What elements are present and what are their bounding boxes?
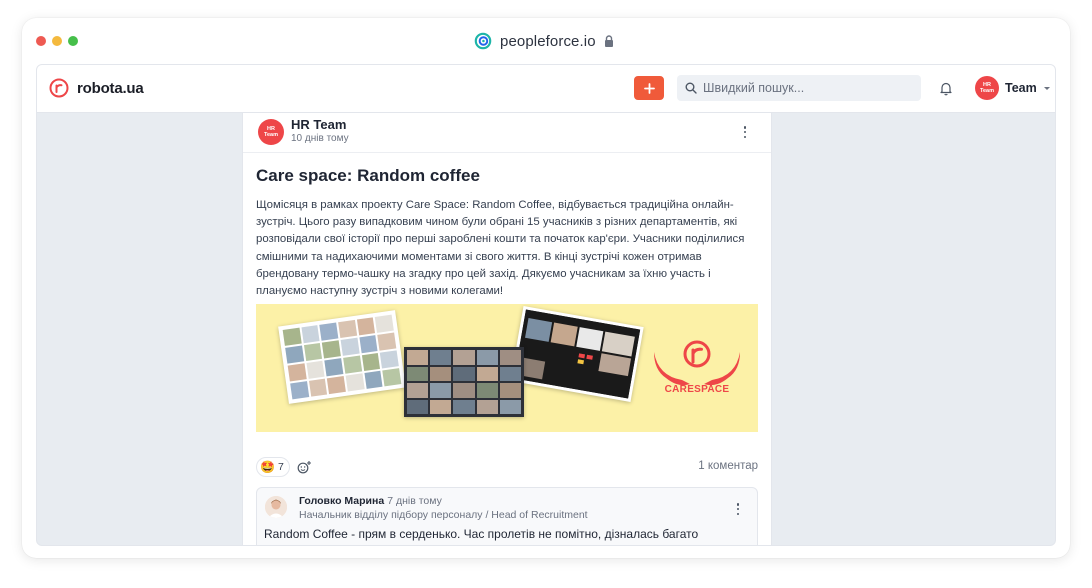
photo-tile xyxy=(364,370,383,389)
photo-tile xyxy=(499,366,521,381)
chevron-down-icon xyxy=(1043,86,1050,90)
photo-tile xyxy=(345,373,365,392)
photo-tile xyxy=(430,383,452,398)
post-body: Щомісяця в рамках проекту Care Space: Ra… xyxy=(256,199,745,298)
photo-tile xyxy=(287,363,307,382)
photo-tile xyxy=(453,399,475,414)
photo-tile xyxy=(499,399,521,414)
photo-tile xyxy=(290,381,309,400)
photo-tile xyxy=(407,399,429,414)
photo-tile xyxy=(430,366,452,381)
photo-tile xyxy=(308,378,328,397)
browser-window: peopleforce.io robota.ua Швидкий пошук..… xyxy=(22,18,1070,558)
comment-author[interactable]: Головко Марина xyxy=(299,495,384,507)
lock-icon xyxy=(604,35,613,47)
photo-tile xyxy=(430,399,452,414)
photo-tile xyxy=(375,314,394,333)
photo-tile xyxy=(327,375,346,395)
close-window-button[interactable] xyxy=(36,36,46,46)
add-reaction-icon[interactable] xyxy=(296,459,312,475)
comment-author-role: Начальник відділу підбору персоналу / He… xyxy=(299,509,588,521)
app-frame: robota.ua HR Team xyxy=(36,64,1056,546)
photo-tile xyxy=(285,345,304,364)
photo-tile xyxy=(453,350,475,365)
robota-logo[interactable]: robota.ua xyxy=(49,78,144,98)
peopleforce-site-icon xyxy=(474,32,492,50)
minimize-window-button[interactable] xyxy=(52,36,62,46)
browser-titlebar: peopleforce.io xyxy=(22,18,1070,64)
photo-tile xyxy=(453,383,475,398)
photo-tile xyxy=(282,327,302,346)
photo-tile xyxy=(476,383,498,398)
meeting-screenshot-photo xyxy=(510,305,644,403)
photo-tile xyxy=(407,383,429,398)
comment-meta: Головко Марина 7 днів тому xyxy=(299,495,442,507)
photo-tile xyxy=(407,350,429,365)
star-struck-emoji-icon: 🤩 xyxy=(260,460,275,474)
robota-logo-icon xyxy=(49,78,69,98)
top-navigation: robota.ua HR Team xyxy=(37,65,1055,113)
comment-time: 7 днів тому xyxy=(387,495,442,507)
comment-more-options-icon[interactable] xyxy=(736,503,740,515)
carespace-text: CARESPACE xyxy=(664,384,730,395)
photo-tile xyxy=(476,350,498,365)
post-title: Care space: Random coffee xyxy=(256,166,480,185)
comment-text: Random Coffee - прям в серденько. Час пр… xyxy=(264,527,699,541)
photo-tile xyxy=(319,322,339,341)
reaction-star-struck[interactable]: 🤩 7 xyxy=(256,457,290,477)
search-input[interactable] xyxy=(703,81,903,95)
photo-tile xyxy=(453,366,475,381)
reactions-bar: 🤩 7 xyxy=(256,457,312,477)
photo-tile xyxy=(430,350,452,365)
photo-tile xyxy=(301,325,320,344)
photo-tile xyxy=(303,342,323,362)
search-icon xyxy=(685,82,697,94)
photo-tile xyxy=(499,350,521,365)
photo-tile xyxy=(324,358,344,377)
user-menu[interactable]: HR Team Team xyxy=(975,76,1050,100)
meeting-screenshot-photo xyxy=(278,310,406,404)
comment-card: Головко Марина 7 днів тому Начальник відд… xyxy=(256,487,758,545)
avatar xyxy=(265,496,287,518)
quick-search[interactable] xyxy=(677,75,921,101)
photo-tile xyxy=(499,383,521,398)
photo-tile xyxy=(361,352,381,372)
photo-tile xyxy=(476,399,498,414)
photo-tile xyxy=(359,335,378,354)
photo-tile xyxy=(356,317,376,336)
comment-author-avatar[interactable] xyxy=(265,496,287,518)
video-call-screen xyxy=(513,309,641,399)
plus-icon xyxy=(643,82,655,94)
avatar: HR Team xyxy=(975,76,999,100)
post-header: HR Team HR Team 10 днів тому xyxy=(243,113,771,153)
meeting-screenshot-photo xyxy=(404,347,524,417)
photo-tile xyxy=(377,332,397,351)
reaction-count: 7 xyxy=(277,461,284,473)
post-banner-image[interactable]: CARESPACE xyxy=(256,304,758,432)
feed-post: HR Team HR Team 10 днів тому Care space:… xyxy=(242,113,772,545)
photo-tile xyxy=(476,366,498,381)
user-name: Team xyxy=(1005,81,1037,95)
post-author[interactable]: HR Team xyxy=(291,117,346,132)
bell-icon[interactable] xyxy=(939,81,953,96)
post-author-avatar[interactable]: HR Team xyxy=(258,119,284,145)
photo-tile xyxy=(380,350,399,369)
photo-tile xyxy=(407,366,429,381)
url-text: peopleforce.io xyxy=(500,32,596,50)
photo-tile xyxy=(382,368,402,387)
comment-count-link[interactable]: 1 коментар xyxy=(698,460,758,472)
photo-tile xyxy=(343,355,362,374)
post-time: 10 днів тому xyxy=(291,133,349,144)
add-button[interactable] xyxy=(634,76,664,100)
address-bar[interactable]: peopleforce.io xyxy=(474,30,614,52)
logo-text: robota.ua xyxy=(77,79,144,97)
photo-tile xyxy=(306,360,325,379)
post-more-options-icon[interactable] xyxy=(743,126,747,138)
photo-tile xyxy=(340,337,360,356)
maximize-window-button[interactable] xyxy=(68,36,78,46)
photo-tile xyxy=(322,340,341,359)
photo-tile xyxy=(338,319,357,339)
